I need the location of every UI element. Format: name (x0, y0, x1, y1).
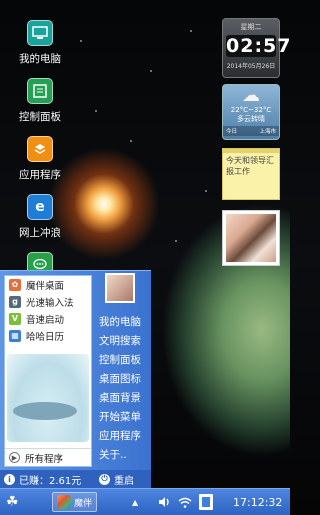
volume-icon[interactable] (158, 489, 171, 515)
star (175, 240, 177, 242)
all-programs-button[interactable]: ▶ 所有程序 (5, 448, 91, 466)
menu-item-label: 光速输入法 (26, 297, 74, 309)
sticky-note-text: 今天和领导汇报工作 (226, 156, 274, 176)
weather-city: 上海市 (259, 129, 276, 135)
star (130, 140, 132, 142)
desktop-icon-control-panel[interactable]: 控制面板 (12, 78, 68, 124)
star (95, 110, 97, 112)
star (150, 70, 152, 72)
all-programs-label: 所有程序 (25, 453, 64, 465)
star (190, 30, 192, 32)
start-menu-footer: i 已赚：2.61元 ⏻ 重启 (0, 470, 151, 488)
menu-item-quick-launch[interactable]: V 音速启动 (5, 310, 91, 327)
menu-link-desktop-background[interactable]: 桌面背景 (99, 390, 141, 405)
clock-day: 星期二 (240, 23, 262, 31)
menu-item-calendar[interactable]: ▦ 哈哈日历 (5, 327, 91, 344)
control-panel-icon (27, 78, 53, 104)
sticky-note-widget[interactable]: 今天和领导汇报工作 (222, 148, 280, 200)
calendar-icon: ▦ (9, 329, 21, 342)
desktop-icon-internet[interactable]: e 网上冲浪 (12, 194, 68, 240)
earnings-label: 已赚：2.61元 (19, 475, 82, 487)
battery-icon[interactable] (199, 489, 213, 515)
photo-widget[interactable] (222, 210, 280, 266)
clock-widget[interactable]: 星期二 02:57 2014年05月26日 (222, 18, 292, 78)
clover-start-icon[interactable]: ☘ (6, 489, 19, 515)
input-method-icon: g (9, 295, 21, 308)
desktop-icon-label: 网上冲浪 (19, 227, 61, 239)
weather-widget[interactable]: ☁ 22°C~32°C 多云转晴 今日 上海市 (222, 84, 280, 140)
menu-item-label: 哈哈日历 (26, 331, 65, 343)
weather-day-label: 今日 (226, 129, 238, 135)
clock-time: 02:57 (226, 35, 292, 57)
desktop-icon-label: 应用程序 (19, 169, 61, 181)
menu-link-applications[interactable]: 应用程序 (99, 428, 141, 443)
desktop-icon-applications[interactable]: 应用程序 (12, 136, 68, 182)
whale-graphic (13, 402, 77, 420)
start-menu-programs-panel: ✿ 魔伴桌面 g 光速输入法 V 音速启动 ▦ 哈哈日历 ▶ 所有程序 (4, 275, 92, 467)
earnings: i 已赚：2.61元 (0, 472, 97, 487)
menu-decoration-image (7, 354, 89, 442)
restart-button[interactable]: ⏻ 重启 (97, 472, 134, 487)
menu-item-input-method[interactable]: g 光速输入法 (5, 293, 91, 310)
weather-condition: 多云转晴 (237, 115, 265, 123)
mobo-desktop-icon: ✿ (9, 278, 21, 291)
photo-icon (226, 214, 276, 262)
menu-item-label: 魔伴桌面 (26, 280, 65, 292)
menu-item-label: 音速启动 (26, 314, 65, 326)
taskbar-task-mobo[interactable]: 魔伴 (52, 492, 98, 512)
star (80, 40, 82, 42)
taskbar: ☘ 魔伴 ▲ 17:12:32 (0, 488, 290, 515)
chevron-up-icon[interactable]: ▲ (132, 489, 138, 515)
menu-link-control-panel[interactable]: 控制面板 (99, 352, 141, 367)
taskbar-clock[interactable]: 17:12:32 (233, 489, 282, 515)
desktop-icon-label: 控制面板 (19, 111, 61, 123)
wifi-icon[interactable] (178, 489, 192, 515)
desktop-icon-label: 我的电脑 (19, 53, 61, 65)
menu-link-search[interactable]: 文明搜索 (99, 333, 141, 348)
applications-icon (27, 136, 53, 162)
avatar[interactable] (105, 273, 135, 303)
menu-link-my-computer[interactable]: 我的电脑 (99, 314, 141, 329)
restart-label: 重启 (114, 475, 134, 487)
computer-icon (27, 20, 53, 46)
chevron-right-icon: ▶ (9, 452, 20, 463)
taskbar-task-label: 魔伴 (74, 498, 93, 509)
menu-link-start-menu[interactable]: 开始菜单 (99, 409, 141, 424)
star (205, 190, 207, 192)
desktop-icon-my-computer[interactable]: 我的电脑 (12, 20, 68, 66)
internet-explorer-icon: e (27, 194, 53, 220)
mobo-app-icon (57, 495, 71, 509)
quick-launch-icon: V (9, 312, 21, 325)
power-icon: ⏻ (99, 473, 110, 485)
weather-temperature: 22°C~32°C (230, 106, 272, 114)
menu-link-about[interactable]: 关于.. (99, 447, 127, 462)
partly-cloudy-icon: ☁ (242, 85, 260, 106)
info-icon: i (4, 473, 15, 485)
clock-date: 2014年05月26日 (226, 63, 276, 70)
menu-item-mobo-desktop[interactable]: ✿ 魔伴桌面 (5, 276, 91, 293)
menu-link-desktop-icons[interactable]: 桌面图标 (99, 371, 141, 386)
